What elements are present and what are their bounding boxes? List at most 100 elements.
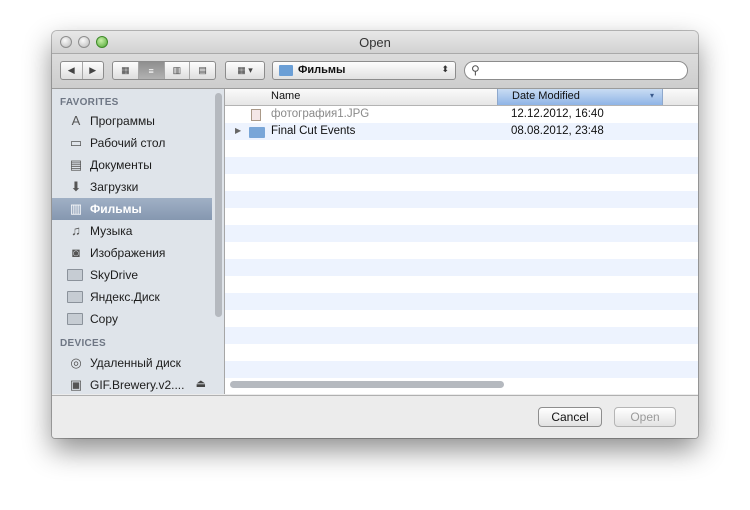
empty-row <box>225 140 698 157</box>
file-row[interactable]: фотография1.JPG 12.12.2012, 16:40 <box>225 106 698 123</box>
folder-icon <box>67 269 83 281</box>
column-view-button[interactable]: ▥ <box>165 62 191 79</box>
empty-row <box>225 310 698 327</box>
sort-arrow-icon: ▾ <box>649 91 654 100</box>
documents-icon: ▤ <box>69 157 83 172</box>
footer: Cancel Open <box>52 395 698 438</box>
empty-row <box>225 361 698 378</box>
empty-row <box>225 344 698 361</box>
file-row[interactable]: ▶ Final Cut Events 08.08.2012, 23:48 <box>225 123 698 140</box>
list-view-icon: ≡ <box>148 65 154 76</box>
empty-row <box>225 259 698 276</box>
folder-icon <box>249 127 265 138</box>
empty-row <box>225 293 698 310</box>
back-arrow-icon: ◀ <box>67 65 75 75</box>
empty-row <box>225 276 698 293</box>
window-title: Open <box>359 35 391 50</box>
location-popup[interactable]: Фильмы ⬍ <box>272 61 456 80</box>
toolbar: ◀ ▶ ▦ ≡ ▥ ▤ ▦ ▾ Фильмы ⬍ ⚲ <box>52 54 698 89</box>
music-icon: ♫ <box>71 223 81 238</box>
folder-icon <box>67 313 83 325</box>
cover-flow-button[interactable]: ▤ <box>190 62 215 79</box>
file-date: 12.12.2012, 16:40 <box>511 108 604 120</box>
file-list: Name Date Modified ▾ фотография1.JPG 12.1… <box>225 89 698 394</box>
file-name: фотография1.JPG <box>271 108 370 120</box>
sidebar-item-label: Документы <box>90 158 152 172</box>
date-column-label: Date Modified <box>512 90 580 102</box>
disk-image-icon: ▣ <box>69 377 83 392</box>
favorites-header: FAVORITES <box>60 97 119 108</box>
sidebar-item[interactable]: ▭ Рабочий стол <box>52 132 212 154</box>
empty-row <box>225 174 698 191</box>
popup-arrows-icon: ⬍ <box>441 64 449 74</box>
cover-flow-icon: ▤ <box>198 65 207 75</box>
downloads-icon: ⬇ <box>70 179 82 194</box>
movies-icon: ▥ <box>69 201 83 216</box>
cancel-button[interactable]: Cancel <box>538 407 602 427</box>
eject-icon[interactable]: ⏏ <box>196 377 206 390</box>
column-header: Name Date Modified ▾ <box>225 89 698 106</box>
devices-header: DEVICES <box>60 338 107 349</box>
sidebar-item[interactable]: ◎ Удаленный диск <box>52 352 212 374</box>
empty-row <box>225 225 698 242</box>
forward-button[interactable]: ▶ <box>83 62 104 79</box>
sidebar-item[interactable]: Copy <box>52 308 212 330</box>
image-file-icon <box>251 109 261 121</box>
pictures-icon: ◙ <box>72 245 80 260</box>
disclosure-triangle-icon[interactable]: ▶ <box>235 126 241 135</box>
remote-disc-icon: ◎ <box>70 355 82 370</box>
folder-icon <box>67 291 83 303</box>
arrange-icon: ▦ ▾ <box>237 65 253 75</box>
back-forward-control: ◀ ▶ <box>60 61 104 80</box>
file-date: 08.08.2012, 23:48 <box>511 125 604 137</box>
sidebar-item-label: Загрузки <box>90 180 139 194</box>
search-icon: ⚲ <box>471 63 480 77</box>
sidebar-item[interactable]: ⬇ Загрузки <box>52 176 212 198</box>
sidebar-item[interactable]: Яндекс.Диск <box>52 286 212 308</box>
desktop-icon: ▭ <box>69 135 83 150</box>
location-label: Фильмы <box>298 64 346 76</box>
movies-folder-icon <box>279 65 293 76</box>
date-modified-column-header[interactable]: Date Modified ▾ <box>497 89 663 105</box>
name-column-header[interactable]: Name <box>271 90 300 102</box>
file-name: Final Cut Events <box>271 125 356 137</box>
sidebar-item[interactable]: ♫ Музыка <box>52 220 212 242</box>
sidebar-item-label: Удаленный диск <box>90 356 181 370</box>
sidebar-item[interactable]: SkyDrive <box>52 264 212 286</box>
arrange-button[interactable]: ▦ ▾ <box>225 61 265 80</box>
sidebar-item-label: SkyDrive <box>90 268 139 282</box>
open-button[interactable]: Open <box>614 407 676 427</box>
view-mode-control: ▦ ≡ ▥ ▤ <box>112 61 216 80</box>
title-bar[interactable]: Open <box>52 31 698 54</box>
sidebar-item[interactable]: ◙ Изображения <box>52 242 212 264</box>
sidebar-item[interactable]: ▣ GIF.Brewery.v2.... ⏏ <box>52 374 212 394</box>
column-view-icon: ▥ <box>172 65 182 75</box>
empty-row <box>225 242 698 259</box>
open-dialog: Open ◀ ▶ ▦ ≡ ▥ ▤ ▦ ▾ Фильмы ⬍ ⚲ FAVORITE… <box>52 31 698 438</box>
sidebar-item-label: Программы <box>90 114 155 128</box>
icon-view-icon: ▦ <box>121 65 130 75</box>
sidebar-scrollbar[interactable] <box>215 93 222 317</box>
empty-row <box>225 191 698 208</box>
sidebar-item[interactable]: ▥ Фильмы <box>52 198 212 220</box>
forward-arrow-icon: ▶ <box>89 65 97 75</box>
empty-row <box>225 327 698 344</box>
sidebar-item-label: Copy <box>90 312 119 326</box>
empty-row <box>225 208 698 225</box>
file-rows: фотография1.JPG 12.12.2012, 16:40 ▶ Final C… <box>225 106 698 394</box>
sidebar-item[interactable]: ▤ Документы <box>52 154 212 176</box>
horizontal-scrollbar[interactable] <box>230 381 504 388</box>
sidebar-item-label: GIF.Brewery.v2.... <box>90 378 185 392</box>
applications-icon: A <box>71 113 81 128</box>
sidebar: FAVORITES A Программы ▭ Рабочий стол ▤ Докуме… <box>52 89 225 394</box>
sidebar-item-label: Музыка <box>90 224 133 238</box>
icon-view-button[interactable]: ▦ <box>113 62 139 79</box>
empty-row <box>225 157 698 174</box>
sidebar-item-label: Яндекс.Диск <box>90 290 160 304</box>
search-field[interactable]: ⚲ <box>464 61 688 80</box>
sidebar-item-label: Изображения <box>90 246 166 260</box>
sidebar-item-label: Фильмы <box>90 202 142 216</box>
back-button[interactable]: ◀ <box>61 62 83 79</box>
sidebar-item[interactable]: A Программы <box>52 110 212 132</box>
list-view-button[interactable]: ≡ <box>138 62 165 79</box>
